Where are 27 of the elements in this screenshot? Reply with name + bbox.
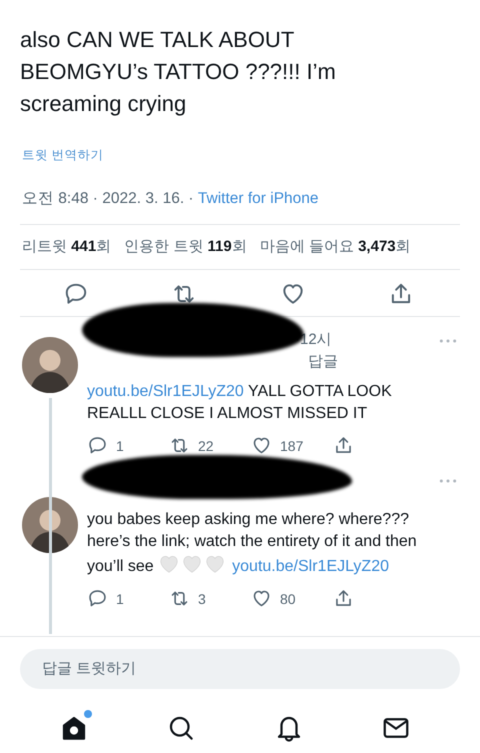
stat-count[interactable]: 인용한 트윗 119회 bbox=[124, 236, 247, 258]
avatar[interactable] bbox=[22, 496, 78, 552]
speech-bubble-icon[interactable] bbox=[87, 435, 108, 456]
tweet-timestamp: 오전 8:48 · 2022. 3. 16. · Twitter for iPhone bbox=[22, 188, 320, 209]
link[interactable]: youtu.be/Slr1EJLyZ20 bbox=[232, 558, 389, 574]
stat-count[interactable]: 리트윗 441회 bbox=[22, 236, 112, 258]
action-count: 80 bbox=[280, 590, 296, 608]
reply-text: you babes keep asking me where? where??? here’s the link; watch the entirety of it and then you’ll see youtu.be/Slr1EJLyZ20 bbox=[87, 510, 418, 576]
heart-icon[interactable] bbox=[251, 435, 272, 456]
tweet-text: also CAN WE TALK ABOUT BEOMGYU’s TATTOO ???!!! I’m screaming crying bbox=[19, 26, 337, 118]
translate-link[interactable]: 트윗 번역하기 bbox=[22, 146, 480, 165]
action-count: 3 bbox=[198, 590, 206, 608]
speech-bubble-icon[interactable] bbox=[87, 588, 108, 609]
action-count: 187 bbox=[280, 436, 304, 456]
source-link[interactable]: Twitter for iPhone bbox=[198, 190, 319, 207]
heart-icon[interactable] bbox=[251, 588, 272, 609]
share-icon[interactable] bbox=[333, 435, 354, 456]
avatar[interactable] bbox=[22, 336, 78, 392]
action-count: 1 bbox=[116, 436, 124, 456]
action-count: 1 bbox=[116, 590, 124, 608]
stat-count[interactable]: 마음에 들어요 3,473회 bbox=[260, 236, 411, 258]
reply-field[interactable]: 답글 트윗하기 bbox=[20, 648, 460, 688]
reply-context: 답글 bbox=[307, 352, 338, 372]
reply-text: youtu.be/Slr1EJLyZ20 YALL GOTTA LOOK REALLL CLOSE I ALMOST MISSED IT bbox=[87, 382, 393, 424]
link[interactable]: youtu.be/Slr1EJLyZ20 bbox=[87, 382, 244, 400]
action-count: 22 bbox=[198, 436, 214, 456]
share-icon[interactable] bbox=[333, 588, 354, 609]
